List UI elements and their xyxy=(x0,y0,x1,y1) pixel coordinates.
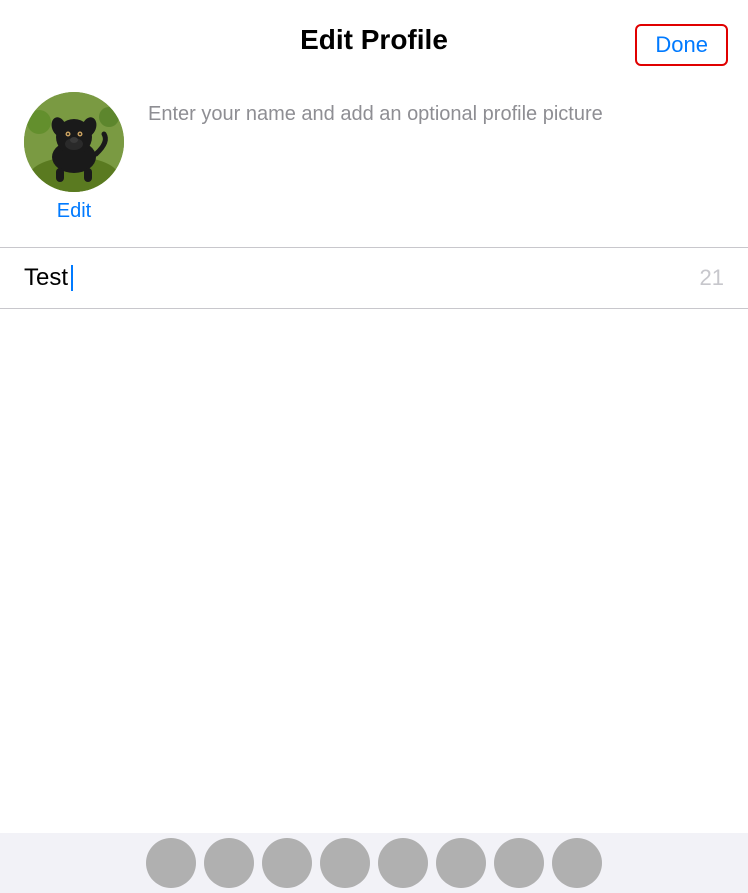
bottom-avatar-3 xyxy=(262,838,312,888)
done-button[interactable]: Done xyxy=(635,24,728,66)
text-cursor xyxy=(71,265,73,291)
bottom-avatar-1 xyxy=(146,838,196,888)
bottom-avatar-5 xyxy=(378,838,428,888)
header: Edit Profile Done xyxy=(0,0,748,72)
bottom-avatar-8 xyxy=(552,838,602,888)
bottom-avatar-2 xyxy=(204,838,254,888)
bottom-avatar-7 xyxy=(494,838,544,888)
bottom-divider xyxy=(0,308,748,309)
name-input[interactable]: Test xyxy=(24,264,68,292)
profile-section: Edit Enter your name and add an optional… xyxy=(0,72,748,247)
char-count: 21 xyxy=(700,265,724,291)
avatar-container: Edit xyxy=(24,92,124,223)
name-input-wrapper[interactable]: Test xyxy=(24,264,700,292)
name-row: Test 21 xyxy=(0,248,748,308)
profile-description: Enter your name and add an optional prof… xyxy=(148,92,603,128)
bottom-avatar-4 xyxy=(320,838,370,888)
page-title: Edit Profile xyxy=(300,24,448,56)
edit-photo-label[interactable]: Edit xyxy=(57,200,91,223)
bottom-avatar-6 xyxy=(436,838,486,888)
avatar xyxy=(24,92,124,192)
bottom-avatar-strip xyxy=(0,833,748,893)
